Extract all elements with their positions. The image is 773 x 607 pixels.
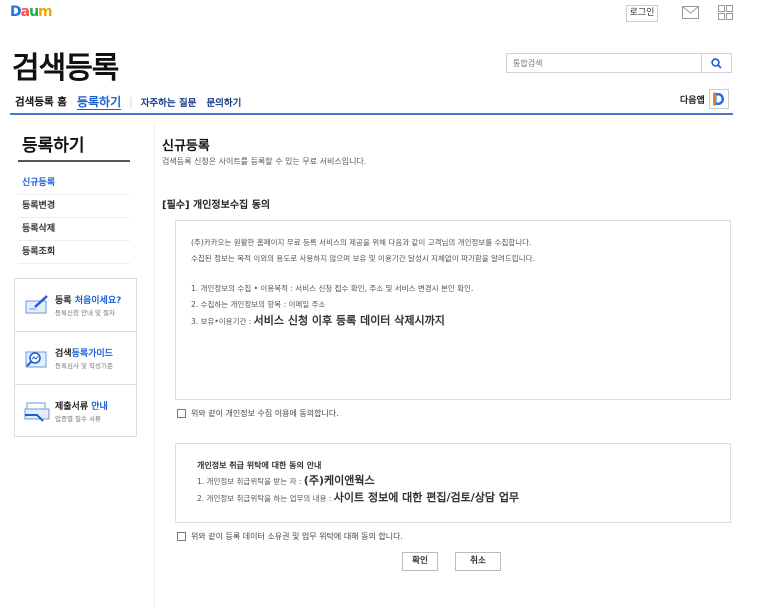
mail-icon[interactable] (682, 6, 699, 19)
consignment-heading: 개인정보 취급 위탁에 대한 동의 안내 (197, 461, 322, 470)
sidebar-banners: 등록 처음이세요? 등록신청 안내 및 절차 검색등록가이드 등록심사 및 작성… (14, 278, 137, 437)
sidebar-menu: 신규등록 등록변경 등록삭제 등록조회 (18, 172, 130, 264)
privacy-agree-checkbox-row[interactable]: 위와 같이 개인정보 수집 이용에 동의합니다. (177, 408, 339, 419)
document-tray-icon (24, 402, 50, 422)
privacy-agree-label: 위와 같이 개인정보 수집 이용에 동의합니다. (191, 409, 339, 418)
consignment-item: 1. 개인정보 취급위탁을 받는 자 : (주)케이앤웍스 (197, 474, 375, 487)
sidebar-item-new[interactable]: 신규등록 (18, 172, 130, 195)
banner-subtitle: 업종별 필수 서류 (55, 415, 101, 423)
sidebar-item-delete[interactable]: 등록삭제 (18, 218, 130, 241)
nav-home[interactable]: 검색등록 홈 (15, 94, 67, 109)
page-title: 신규등록 (162, 139, 210, 154)
page-description: 검색등록 신청은 사이트를 등록할 수 있는 무료 서비스입니다. (162, 157, 367, 166)
cancel-button[interactable]: 취소 (455, 552, 501, 571)
sidebar-separator (154, 124, 155, 607)
sidebar-title: 등록하기 (22, 136, 85, 156)
daum-app-link[interactable]: 다음앱 (680, 89, 729, 109)
app-grid-icon[interactable] (718, 5, 733, 20)
privacy-text: 수집된 정보는 목적 이외의 용도로 사용하지 않으며 보유 및 이용기간 달성… (191, 254, 535, 263)
consignment-item: 2. 개인정보 취급위탁을 하는 업무의 내용 : 사이트 정보에 대한 편집/… (197, 491, 520, 504)
confirm-button[interactable]: 확인 (402, 552, 438, 571)
site-title[interactable]: 검색등록 (12, 43, 119, 87)
consignment-agree-checkbox[interactable] (177, 532, 186, 541)
consignment-terms-box: 개인정보 취급 위탁에 대한 동의 안내 1. 개인정보 취급위탁을 받는 자 … (175, 443, 731, 523)
banner-subtitle: 등록신청 안내 및 절차 (55, 309, 116, 317)
banner-title: 검색등록가이드 (55, 349, 113, 359)
daum-logo[interactable]: Daum (10, 4, 53, 20)
pencil-note-icon (25, 295, 48, 314)
privacy-agree-checkbox[interactable] (177, 409, 186, 418)
banner-documents[interactable]: 제출서류 안내 업종별 필수 서류 (15, 385, 136, 438)
logo-letter: u (29, 4, 39, 20)
login-button[interactable]: 로그인 (626, 5, 658, 22)
banner-first-time[interactable]: 등록 처음이세요? 등록신청 안내 및 절차 (15, 279, 136, 332)
logo-letter: a (20, 4, 31, 20)
privacy-item: 1. 개인정보의 수집 • 이용목적 : 서비스 신청 접수 확인, 주소 및 … (191, 284, 474, 293)
logo-letter: m (38, 4, 53, 20)
magnifier-chart-icon (25, 351, 47, 368)
search-button[interactable] (701, 54, 731, 72)
daum-app-icon (708, 89, 729, 109)
daum-app-label: 다음앱 (680, 95, 705, 106)
consignment-agree-checkbox-row[interactable]: 위와 같이 등록 데이터 소유권 및 업무 위탁에 대해 동의 합니다. (177, 531, 403, 542)
search-input[interactable] (507, 54, 701, 72)
nav-faq[interactable]: 자주하는 질문 (141, 95, 197, 109)
banner-title: 등록 처음이세요? (55, 296, 122, 306)
sidebar-divider (18, 160, 130, 162)
search-box (506, 53, 732, 73)
consignment-agree-label: 위와 같이 등록 데이터 소유권 및 업무 위탁에 대해 동의 합니다. (191, 532, 403, 541)
sidebar-item-lookup[interactable]: 등록조회 (18, 241, 130, 264)
header-divider (10, 113, 733, 115)
banner-guide[interactable]: 검색등록가이드 등록심사 및 작성기준 (15, 332, 136, 385)
logo-letter: D (10, 4, 22, 20)
main-nav: 검색등록 홈 등록하기 | 자주하는 질문 문의하기 (15, 93, 251, 110)
nav-separator: | (129, 95, 133, 108)
privacy-item: 2. 수집하는 개인정보의 항목 : 이메일 주소 (191, 300, 326, 309)
search-icon (711, 57, 722, 69)
privacy-item: 3. 보유•이용기간 : 서비스 신청 이후 등록 데이터 삭제시까지 (191, 314, 445, 327)
nav-register[interactable]: 등록하기 (77, 93, 121, 110)
section-title: [필수] 개인정보수집 동의 (162, 200, 271, 211)
nav-inquiry[interactable]: 문의하기 (206, 95, 241, 109)
sidebar-item-change[interactable]: 등록변경 (18, 195, 130, 218)
banner-title: 제출서류 안내 (55, 402, 108, 412)
privacy-text: (주)카카오는 원활한 홈페이지 무료 등록 서비스의 제공을 위해 다음과 같… (191, 238, 532, 247)
privacy-terms-box: (주)카카오는 원활한 홈페이지 무료 등록 서비스의 제공을 위해 다음과 같… (175, 220, 731, 400)
banner-subtitle: 등록심사 및 작성기준 (55, 362, 113, 370)
